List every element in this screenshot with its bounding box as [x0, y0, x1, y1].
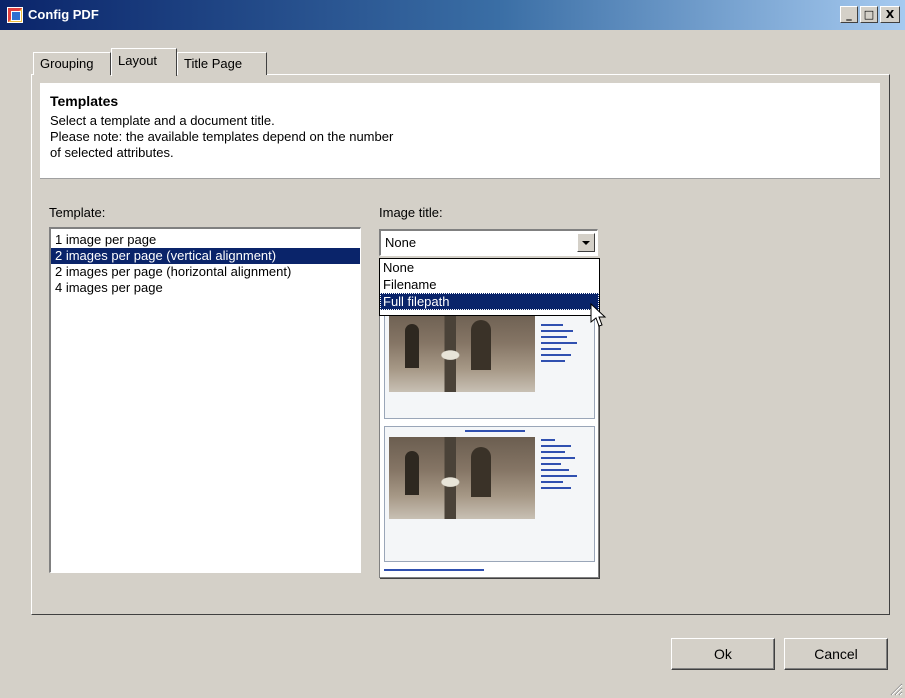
- dropdown-option[interactable]: None: [380, 259, 599, 276]
- header-description: Select a template and a document title. …: [50, 113, 393, 161]
- preview-photo: [389, 437, 535, 519]
- header-line: of selected attributes.: [50, 145, 174, 160]
- window-title: Config PDF: [28, 7, 99, 22]
- dropdown-arrow-icon[interactable]: [577, 233, 595, 252]
- dropdown-option[interactable]: Full filepath: [380, 293, 599, 310]
- tab-layout[interactable]: Layout: [111, 48, 177, 76]
- header-line: Select a template and a document title.: [50, 113, 275, 128]
- tab-title-page[interactable]: Title Page: [177, 52, 267, 75]
- app-icon[interactable]: [7, 7, 23, 23]
- maximize-button[interactable]: □: [860, 6, 878, 23]
- tab-grouping[interactable]: Grouping: [33, 52, 111, 75]
- preview-photo: [389, 310, 535, 392]
- template-label: Template:: [49, 205, 106, 220]
- combo-value: None: [385, 235, 417, 250]
- close-button[interactable]: X: [880, 6, 900, 23]
- list-item[interactable]: 1 image per page: [51, 232, 360, 248]
- template-listbox[interactable]: 1 image per page 2 images per page (vert…: [49, 227, 361, 573]
- pointer-cursor-icon: [590, 303, 607, 327]
- list-item[interactable]: 4 images per page: [51, 280, 360, 296]
- minimize-button[interactable]: _: [840, 6, 858, 23]
- dropdown-option[interactable]: Filename: [380, 276, 599, 293]
- cancel-button[interactable]: Cancel: [784, 638, 888, 670]
- header-title: Templates: [50, 93, 119, 109]
- header-line: Please note: the available templates dep…: [50, 129, 394, 144]
- resize-grip-icon[interactable]: [889, 682, 903, 696]
- templates-header: Templates Select a template and a docume…: [40, 83, 880, 179]
- title-bar: Config PDF _ □ X: [0, 0, 905, 30]
- list-item[interactable]: 2 images per page (horizontal alignment): [51, 264, 360, 280]
- ok-button[interactable]: Ok: [671, 638, 775, 670]
- list-item[interactable]: 2 images per page (vertical alignment): [51, 248, 360, 264]
- preview-page-bottom: [384, 426, 595, 562]
- image-title-dropdown[interactable]: None Filename Full filepath: [379, 258, 600, 316]
- image-title-label: Image title:: [379, 205, 443, 220]
- image-title-combo[interactable]: None: [379, 229, 598, 256]
